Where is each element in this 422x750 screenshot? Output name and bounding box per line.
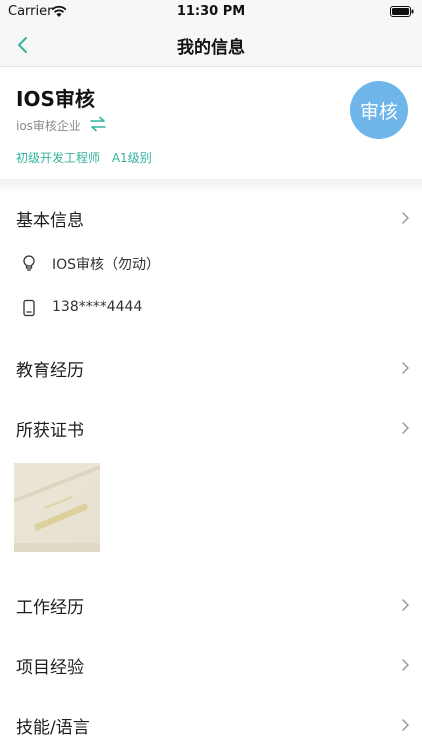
phone-icon <box>23 299 35 317</box>
section-certificates-label: 所获证书 <box>16 421 84 441</box>
lightbulb-icon <box>23 255 35 271</box>
page-title: 我的信息 <box>177 38 245 58</box>
chevron-right-icon <box>402 212 409 224</box>
section-basic-info[interactable]: 基本信息 <box>0 200 422 236</box>
info-phone-value: 138****4444 <box>52 299 143 315</box>
section-work-label: 工作经历 <box>16 598 84 618</box>
profile-tags: 初级开发工程师 A1级别 <box>16 149 160 166</box>
profile-name: IOS审核 <box>16 87 95 111</box>
info-row-name: IOS审核（勿动） <box>0 248 422 278</box>
section-certificates[interactable]: 所获证书 <box>0 410 422 446</box>
navigation-bar: 我的信息 <box>0 24 422 67</box>
tag-level: A1级别 <box>111 151 152 165</box>
swap-icon[interactable] <box>89 116 107 132</box>
section-divider <box>0 179 422 194</box>
section-projects-label: 项目经验 <box>16 658 84 678</box>
chevron-right-icon <box>402 362 409 374</box>
section-education[interactable]: 教育经历 <box>0 350 422 386</box>
info-name-value: IOS审核（勿动） <box>52 257 161 273</box>
profile-card: IOS审核 ios审核企业 初级开发工程师 A1级别 审核 <box>0 67 422 179</box>
certificate-image[interactable] <box>14 463 100 552</box>
battery-icon <box>390 6 414 17</box>
section-skills[interactable]: 技能/语言 <box>0 707 422 743</box>
section-skills-label: 技能/语言 <box>16 718 90 738</box>
profile-company: ios审核企业 <box>16 119 81 133</box>
info-row-phone: 138****4444 <box>0 293 422 323</box>
avatar-text: 审核 <box>359 100 398 123</box>
section-work[interactable]: 工作经历 <box>0 587 422 623</box>
section-projects[interactable]: 项目经验 <box>0 647 422 683</box>
status-bar: Carrier 11:30 PM <box>0 0 422 24</box>
section-basic-info-label: 基本信息 <box>16 211 84 231</box>
tag-job-title: 初级开发工程师 <box>16 151 101 165</box>
status-time: 11:30 PM <box>176 4 246 19</box>
avatar[interactable]: 审核 <box>350 81 408 139</box>
section-education-label: 教育经历 <box>16 361 84 381</box>
chevron-right-icon <box>402 599 409 611</box>
chevron-right-icon <box>402 659 409 671</box>
chevron-right-icon <box>402 422 409 434</box>
chevron-right-icon <box>402 719 409 731</box>
